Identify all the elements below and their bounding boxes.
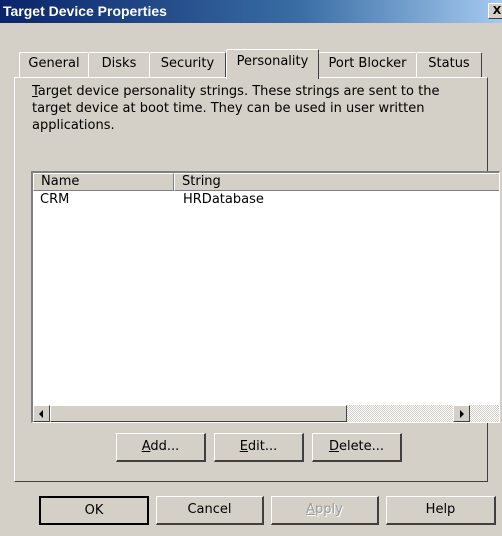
arrow-right-icon bbox=[460, 410, 464, 418]
help-button[interactable]: Help bbox=[386, 496, 496, 525]
tab-port-blocker[interactable]: Port Blocker bbox=[318, 52, 417, 77]
tab-general[interactable]: General bbox=[19, 52, 89, 77]
horizontal-scrollbar[interactable] bbox=[33, 405, 499, 422]
tab-disks[interactable]: Disks bbox=[88, 52, 150, 77]
tab-label: Personality bbox=[236, 54, 309, 69]
close-icon: X bbox=[492, 4, 502, 17]
apply-button[interactable]: Apply bbox=[271, 496, 379, 525]
scroll-thumb[interactable] bbox=[50, 405, 347, 422]
list-cell-name: CRM bbox=[40, 192, 70, 207]
tab-label: Port Blocker bbox=[328, 56, 407, 71]
tab-label: Disks bbox=[101, 56, 137, 71]
tab-label: Security bbox=[160, 56, 215, 71]
tab-personality[interactable]: Personality bbox=[226, 49, 319, 79]
list-cell-string: HRDatabase bbox=[183, 192, 264, 207]
tab-label: General bbox=[28, 56, 80, 71]
tab-label: Status bbox=[428, 56, 470, 71]
personality-description: Target device personality strings. These… bbox=[32, 84, 440, 133]
add-button[interactable]: Add... bbox=[116, 433, 206, 462]
tab-security[interactable]: Security bbox=[149, 52, 226, 77]
cancel-button[interactable]: Cancel bbox=[156, 496, 264, 525]
tab-status[interactable]: Status bbox=[416, 52, 482, 77]
personality-strings-list[interactable]: Name String CRM HRDatabase bbox=[31, 171, 500, 423]
column-header-string[interactable]: String bbox=[174, 173, 499, 191]
window-title: Target Device Properties bbox=[3, 3, 167, 19]
scroll-left-button[interactable] bbox=[33, 405, 50, 422]
title-bar[interactable]: Target Device Properties X bbox=[0, 0, 502, 23]
column-header-name[interactable]: Name bbox=[33, 173, 174, 191]
ok-button[interactable]: OK bbox=[39, 496, 149, 525]
edit-button[interactable]: Edit... bbox=[214, 433, 304, 462]
scroll-right-button[interactable] bbox=[453, 405, 470, 422]
arrow-left-icon bbox=[39, 410, 43, 418]
close-button[interactable]: X bbox=[488, 3, 502, 19]
delete-button[interactable]: Delete... bbox=[312, 433, 402, 462]
